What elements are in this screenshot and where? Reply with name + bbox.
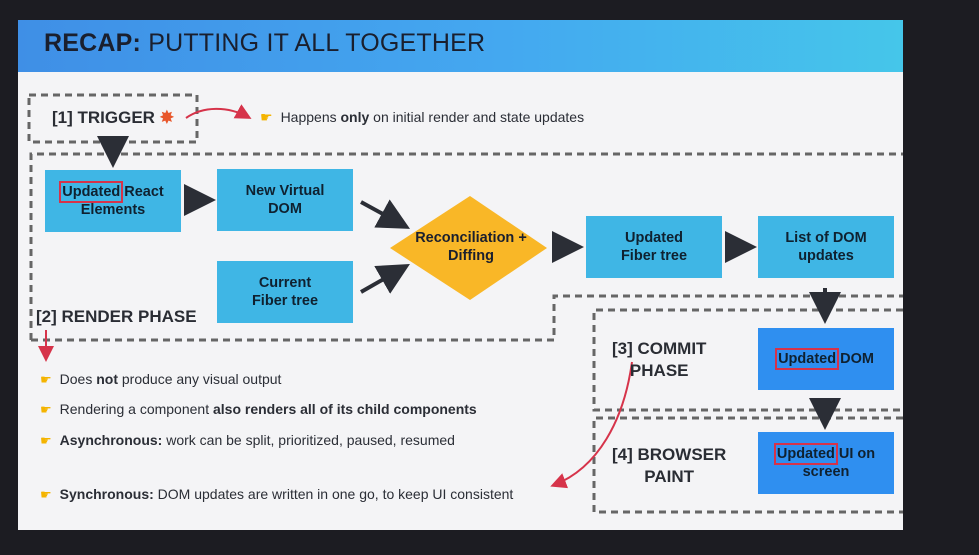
render-phase-label: [2] RENDER PHASE	[36, 307, 197, 326]
arrow-vdom-to-diamond	[360, 199, 411, 229]
current-fiber-tree-box: Current Fiber tree	[217, 261, 353, 323]
updated-ui-box: Updated UI on screen	[758, 432, 894, 494]
reconciliation-label: Reconciliation + Diffing	[415, 230, 527, 264]
updated-react-elements-box: Updated React Elements	[45, 170, 181, 232]
pointing-hand-icon: ☛	[260, 109, 273, 125]
bullet-item: ☛ Rendering a component also renders all …	[40, 401, 477, 417]
pointing-hand-icon: ☛	[40, 372, 52, 387]
pointing-hand-icon: ☛	[40, 433, 52, 448]
list-of-dom-updates-box: List of DOM updates	[758, 216, 894, 278]
updated-fiber-tree-box: Updated Fiber tree	[586, 216, 722, 278]
arrow-fiber-to-diamond	[360, 264, 410, 294]
bullet-item: ☛ Does not produce any visual output	[40, 371, 282, 387]
explosion-icon: ✸	[159, 108, 174, 127]
trigger-note: ☛ Happens only on initial render and stat…	[260, 109, 585, 125]
browser-paint-label: [4] BROWSER PAINT	[612, 445, 727, 486]
bullet-item: ☛ Synchronous: DOM updates are written in…	[40, 486, 514, 502]
commit-phase-label: [3] COMMIT PHASE	[612, 339, 707, 380]
new-virtual-dom-box: New Virtual DOM	[217, 169, 353, 231]
slide: RECAP: PUTTING IT ALL TOGETHER [1] TRIGG…	[18, 20, 903, 530]
trigger-label: [1] TRIGGER ✸	[52, 108, 174, 127]
pointing-hand-icon: ☛	[40, 402, 52, 417]
bullet-item: ☛ Asynchronous: work can be split, priori…	[40, 432, 455, 448]
red-arrow-trigger-note	[185, 104, 252, 119]
updated-dom-box: Updated DOM	[758, 328, 894, 390]
pointing-hand-icon: ☛	[40, 487, 52, 502]
